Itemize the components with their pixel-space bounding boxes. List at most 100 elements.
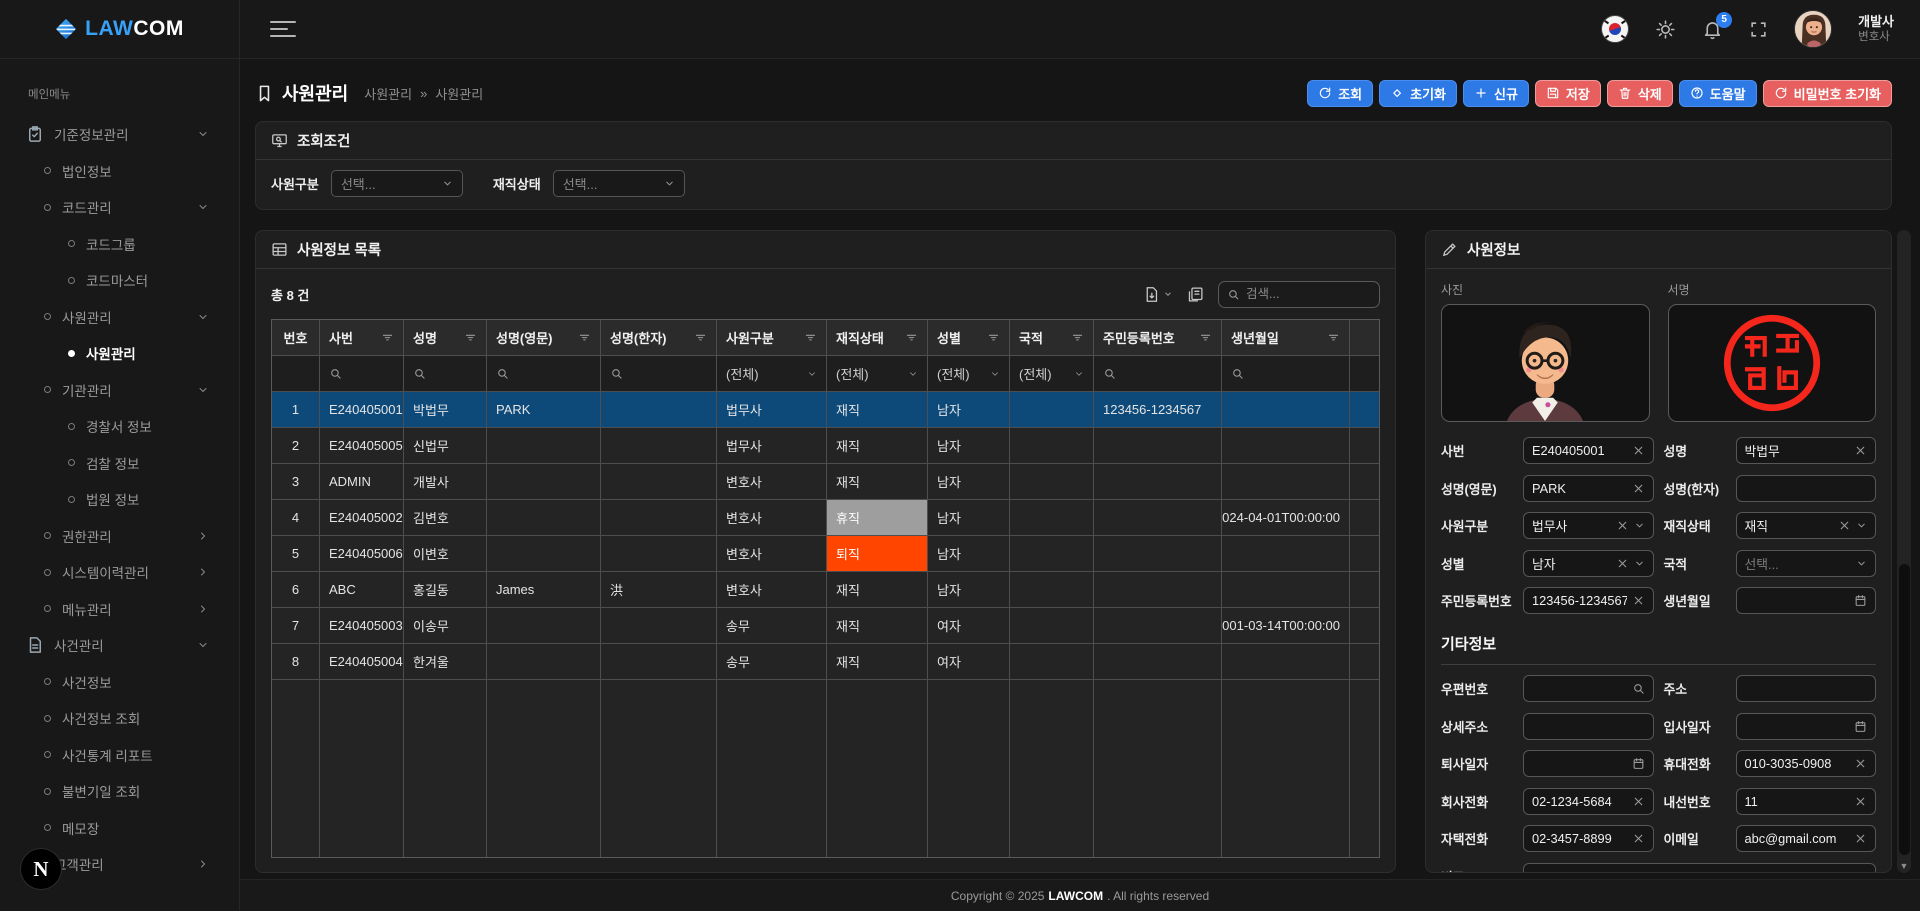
퇴사일자-input[interactable] <box>1523 750 1654 777</box>
비밀번호 초기화-button[interactable]: 비밀번호 초기화 <box>1763 80 1892 107</box>
sidebar-item-사건정보[interactable]: 사건정보 <box>0 664 239 701</box>
language-korea-flag-icon[interactable] <box>1601 15 1629 43</box>
sidebar-item-법원-정보[interactable]: 법원 정보 <box>0 481 239 518</box>
memo-fab-button[interactable]: N <box>20 848 62 890</box>
내선번호-input[interactable]: 11 <box>1736 788 1877 815</box>
자택전화-input[interactable]: 02-3457-8899 <box>1523 825 1654 852</box>
filter-cell-생년월일[interactable] <box>1222 356 1350 391</box>
filter-cell-성명(영문)[interactable] <box>487 356 601 391</box>
fullscreen-icon[interactable] <box>1749 20 1768 39</box>
scrollbar-down-arrow[interactable]: ▼ <box>1897 861 1911 871</box>
성별-input[interactable]: 남자 <box>1523 550 1654 577</box>
저장-button[interactable]: 저장 <box>1535 80 1601 107</box>
column-header-사원구분[interactable]: 사원구분 <box>717 320 827 355</box>
filter-cell-사번[interactable] <box>320 356 404 391</box>
field-국적: 국적선택... <box>1664 550 1877 577</box>
sidebar-item-기관관리[interactable]: 기관관리 <box>0 372 239 409</box>
filter-cell-성명(한자)[interactable] <box>601 356 717 391</box>
생년월일-input[interactable] <box>1736 587 1877 614</box>
상세주소-input[interactable] <box>1523 713 1654 740</box>
column-header-성명[interactable]: 성명 <box>404 320 487 355</box>
사번-input[interactable]: E240405001 <box>1523 437 1654 464</box>
신규-button[interactable]: 신규 <box>1463 80 1529 107</box>
우편번호-input[interactable] <box>1523 675 1654 702</box>
sidebar-toggle-hamburger-icon[interactable] <box>270 16 296 42</box>
filter-cell-성명[interactable] <box>404 356 487 391</box>
삭제-button[interactable]: 삭제 <box>1607 80 1673 107</box>
filter-cell-국적[interactable]: (전체) <box>1010 356 1094 391</box>
sidebar-item-메모장[interactable]: 메모장 <box>0 810 239 847</box>
filter-cell-재직상태[interactable]: (전체) <box>827 356 928 391</box>
grid-search-input[interactable] <box>1246 287 1371 301</box>
column-header-재직상태[interactable]: 재직상태 <box>827 320 928 355</box>
조회-button[interactable]: 조회 <box>1307 80 1373 107</box>
sidebar-item-사건정보-조회[interactable]: 사건정보 조회 <box>0 700 239 737</box>
성명(한자)-input[interactable] <box>1736 475 1877 502</box>
export-button[interactable] <box>1143 286 1173 303</box>
sidebar-item-경찰서-정보[interactable]: 경찰서 정보 <box>0 408 239 445</box>
grid-search-box[interactable] <box>1218 281 1380 308</box>
brand-logo[interactable]: LAWCOM <box>0 0 240 58</box>
detail-scrollbar[interactable]: ▼ <box>1897 230 1911 873</box>
sidebar-item-불변기일-조회[interactable]: 불변기일 조회 <box>0 773 239 810</box>
column-header-사번[interactable]: 사번 <box>320 320 404 355</box>
notifications-bell-icon[interactable]: 5 <box>1702 19 1723 40</box>
성명-input[interactable]: 박법무 <box>1736 437 1877 464</box>
성명(영문)-input[interactable]: PARK <box>1523 475 1654 502</box>
sidebar-item-코드그룹[interactable]: 코드그룹 <box>0 226 239 263</box>
sidebar-item-코드마스터[interactable]: 코드마스터 <box>0 262 239 299</box>
user-avatar[interactable] <box>1794 10 1832 48</box>
sidebar-item-사건통계-리포트[interactable]: 사건통계 리포트 <box>0 737 239 774</box>
filter-cell-사원구분[interactable]: (전체) <box>717 356 827 391</box>
주소-input[interactable] <box>1736 675 1877 702</box>
sidebar-item-검찰-정보[interactable]: 검찰 정보 <box>0 445 239 482</box>
column-header-성별[interactable]: 성별 <box>928 320 1010 355</box>
회사전화-input[interactable]: 02-1234-5684 <box>1523 788 1654 815</box>
주민등록번호-input[interactable]: 123456-1234567 <box>1523 587 1654 614</box>
table-row[interactable]: 7E240405003이송무송무재직여자2001-03-14T00:00:00 <box>272 608 1379 644</box>
sidebar-item-코드관리[interactable]: 코드관리 <box>0 189 239 226</box>
table-row[interactable]: 2E240405005신법무법무사재직남자 <box>272 428 1379 464</box>
입사일자-input[interactable] <box>1736 713 1877 740</box>
user-info[interactable]: 개발사 변호사 <box>1858 14 1894 45</box>
휴대전화-input[interactable]: 010-3035-0908 <box>1736 750 1877 777</box>
국적-input[interactable]: 선택... <box>1736 550 1877 577</box>
재직상태-select[interactable]: 선택... <box>553 170 685 197</box>
filter-cell-주민등록번호[interactable] <box>1094 356 1222 391</box>
table-row[interactable]: 1E240405001박법무PARK법무사재직남자123456-1234567 <box>272 392 1379 428</box>
column-header-번호[interactable]: 번호 <box>272 320 320 355</box>
column-header-생년월일[interactable]: 생년월일 <box>1222 320 1350 355</box>
사원구분-select[interactable]: 선택... <box>331 170 463 197</box>
breadcrumb-item[interactable]: 사원관리 <box>364 84 412 103</box>
sidebar-item-기준정보관리[interactable]: 기준정보관리 <box>0 116 239 153</box>
employee-photo[interactable] <box>1441 304 1650 422</box>
sidebar-item-사원관리[interactable]: 사원관리 <box>0 335 239 372</box>
filter-cell-성별[interactable]: (전체) <box>928 356 1010 391</box>
sidebar-item-사건관리[interactable]: 사건관리 <box>0 627 239 664</box>
column-header-국적[interactable]: 국적 <box>1010 320 1094 355</box>
sidebar-item-권한관리[interactable]: 권한관리 <box>0 518 239 555</box>
sidebar-item-메뉴관리[interactable]: 메뉴관리 <box>0 591 239 628</box>
table-row[interactable]: 4E240405002김변호변호사휴직남자2024-04-01T00:00:00 <box>272 500 1379 536</box>
footer: Copyright © 2025 LAWCOM. All rights rese… <box>240 879 1920 911</box>
sidebar-item-법인정보[interactable]: 법인정보 <box>0 153 239 190</box>
비고-input[interactable] <box>1523 863 1876 873</box>
table-row[interactable]: 3ADMIN개발사변호사재직남자 <box>272 464 1379 500</box>
table-row[interactable]: 5E240405006이변호변호사퇴직남자 <box>272 536 1379 572</box>
재직상태-input[interactable]: 재직 <box>1736 512 1877 539</box>
column-header-성명(영문)[interactable]: 성명(영문) <box>487 320 601 355</box>
도움말-button[interactable]: 도움말 <box>1679 80 1757 107</box>
table-row[interactable]: 8E240405004한겨울송무재직여자 <box>272 644 1379 680</box>
column-settings-button[interactable] <box>1187 286 1204 303</box>
employee-signature[interactable] <box>1668 304 1877 422</box>
scrollbar-thumb[interactable] <box>1899 564 1910 855</box>
table-row[interactable]: 6ABC홍길동James洪변호사재직남자 <box>272 572 1379 608</box>
sidebar-item-사원관리[interactable]: 사원관리 <box>0 299 239 336</box>
theme-sun-icon[interactable] <box>1655 19 1676 40</box>
사원구분-input[interactable]: 법무사 <box>1523 512 1654 539</box>
column-header-주민등록번호[interactable]: 주민등록번호 <box>1094 320 1222 355</box>
sidebar-item-시스템이력관리[interactable]: 시스템이력관리 <box>0 554 239 591</box>
이메일-input[interactable]: abc@gmail.com <box>1736 825 1877 852</box>
column-header-성명(한자)[interactable]: 성명(한자) <box>601 320 717 355</box>
초기화-button[interactable]: 초기화 <box>1379 80 1457 107</box>
